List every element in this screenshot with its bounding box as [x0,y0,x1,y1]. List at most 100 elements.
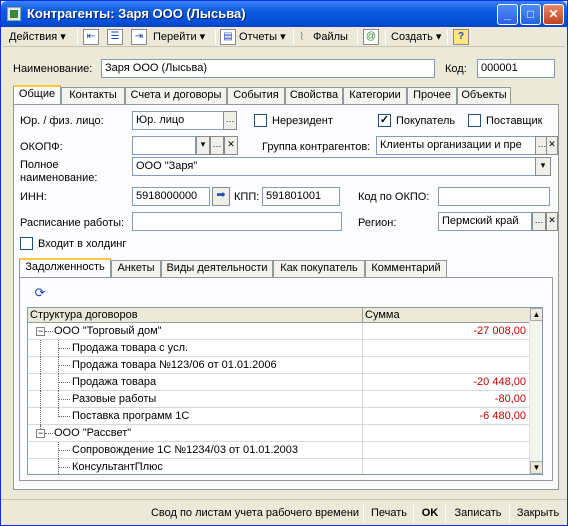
column-header-structure[interactable]: Структура договоров [28,308,363,323]
region-label: Регион: [358,217,397,229]
full-name-label: Полное [20,159,59,171]
table-row[interactable]: Разовые работы -80,00 [28,391,530,408]
tab-forms[interactable]: Анкеты [111,260,161,277]
tab-as-buyer[interactable]: Как покупатель [273,260,365,277]
tab-comment[interactable]: Комментарий [365,260,447,277]
column-header-sum[interactable]: Сумма [363,308,530,323]
sub-tabs: Задолженность Анкеты Виды деятельности К… [19,258,553,278]
select-button[interactable]: … [210,136,224,155]
tab-debt[interactable]: Задолженность [19,258,111,278]
grid-cell-name: Разовые работы [72,393,157,405]
window: Контрагенты: Заря ООО (Лысьва) _ □ ✕ Дей… [0,0,568,526]
table-row[interactable]: КонсультантПлюс [28,459,530,474]
tab-accounts-contracts[interactable]: Счета и договоры [125,87,227,104]
table-row[interactable]: − ООО "Рассвет" [28,425,530,442]
name-field[interactable]: Заря ООО (Лысьва) [101,59,435,78]
select-button[interactable]: … [532,212,546,231]
tab-general[interactable]: Общие [13,85,61,105]
holding-checkbox[interactable] [20,237,33,250]
collapse-icon[interactable]: − [36,327,45,336]
title-bar[interactable]: Контрагенты: Заря ООО (Лысьва) _ □ ✕ [1,1,567,27]
table-row[interactable]: Продажа товара -20 448,00 [28,374,530,391]
tab-events[interactable]: События [227,87,285,104]
table-row[interactable]: Поставка программ 1С -6 480,00 [28,408,530,425]
reports-menu[interactable]: Отчеты ▾ [239,29,286,46]
grid-cell-sum: -80,00 [494,393,526,405]
tab-categories[interactable]: Категории [343,87,407,104]
grid-cell-name: ООО "Рассвет" [54,427,132,439]
goto-menu[interactable]: Перейти ▾ [153,29,205,46]
okopf-field[interactable] [132,136,196,155]
paperclip-icon[interactable]: ⌇ [299,29,304,46]
buyer-label: Покупатель [396,115,456,127]
contracts-grid[interactable]: Структура договоров Сумма − ООО "Торговы… [27,307,543,475]
tab-objects[interactable]: Объекты [457,87,511,104]
goto-icon[interactable]: ⇥ [131,29,147,45]
tab-contacts[interactable]: Контакты [61,87,125,104]
grid-cell-name: Сопровождение 1С №1234/03 от 01.01.2003 [72,444,299,456]
back-arrow-icon[interactable]: ⇤ [83,29,99,45]
chevron-down-icon[interactable]: ▾ [535,157,551,176]
schedule-field[interactable] [132,212,342,231]
buyer-checkbox[interactable]: ✓ [378,114,391,127]
region-field[interactable]: Пермский край [438,212,532,231]
app-icon [7,7,21,21]
scroll-up-icon[interactable]: ▲ [530,308,542,321]
toolbar: Действия ▾ ⇤ ☰ ⇥ Перейти ▾ ▤ Отчеты ▾ ⌇ … [3,27,565,47]
inn-label: ИНН: [20,191,47,203]
create-menu[interactable]: Создать ▾ [391,29,441,46]
email-icon[interactable]: @ [363,29,379,45]
clear-icon[interactable]: ✕ [546,212,558,231]
table-row[interactable]: − ООО "Торговый дом" -27 008,00 [28,323,530,340]
nonresident-label: Нерезидент [272,115,333,127]
reports-icon[interactable]: ▤ [220,29,236,45]
close-form-button[interactable]: Закрыть [513,505,563,523]
scroll-down-icon[interactable]: ▼ [530,461,542,474]
entity-type-label: Юр. / физ. лицо: [20,115,104,127]
maximize-button[interactable]: □ [520,4,541,25]
close-button[interactable]: ✕ [543,4,564,25]
inn-field[interactable]: 5918000000 [132,187,210,206]
footer-bar: Свод по листам учета рабочего времени Пе… [1,499,567,525]
full-name-field[interactable]: ООО "Заря" [132,157,536,176]
tab-other[interactable]: Прочее [407,87,457,104]
save-button[interactable]: Записать [449,505,507,523]
grid-cell-name: ООО "Торговый дом" [54,325,162,337]
okopf-label: ОКОПФ: [20,141,63,153]
tab-properties[interactable]: Свойства [285,87,343,104]
collapse-icon[interactable]: − [36,429,45,438]
grid-cell-sum: -20 448,00 [473,376,526,388]
chevron-down-icon[interactable]: ▾ [196,136,210,155]
clear-icon[interactable]: ✕ [546,136,558,155]
grid-cell-sum: -27 008,00 [473,325,526,337]
refresh-icon[interactable]: ⟳ [32,286,48,302]
arrow-right-icon[interactable]: ➡ [212,187,230,206]
window-title: Контрагенты: Заря ООО (Лысьва) [27,6,246,21]
group-field[interactable]: Клиенты организации и пре [376,136,536,155]
minimize-button[interactable]: _ [497,4,518,25]
grid-cell-name: КонсультантПлюс [72,461,163,473]
name-label: Наименование: [13,63,93,75]
tab-activities[interactable]: Виды деятельности [161,260,273,277]
table-row[interactable]: Сопровождение 1С №1234/03 от 01.01.2003 [28,442,530,459]
code-field[interactable]: 000001 [477,59,555,78]
nonresident-checkbox[interactable] [254,114,267,127]
timesheet-summary-button[interactable]: Свод по листам учета рабочего времени [149,505,361,523]
grid-scrollbar[interactable]: ▲ ▼ [529,308,542,474]
files-button[interactable]: Файлы [313,29,348,46]
actions-menu[interactable]: Действия ▾ [9,29,66,46]
supplier-checkbox[interactable] [468,114,481,127]
entity-type-field[interactable]: Юр. лицо [132,111,224,130]
list-icon[interactable]: ☰ [107,29,123,45]
ok-button[interactable]: OK [417,505,443,523]
clear-icon[interactable]: ✕ [224,136,238,155]
table-row[interactable]: Продажа товара с усл. [28,340,530,357]
print-button[interactable]: Печать [367,505,411,523]
select-button[interactable]: … [223,111,237,130]
grid-cell-name: Продажа товара с усл. [72,342,189,354]
help-button[interactable]: ? [453,29,469,45]
okpo-field[interactable] [438,187,550,206]
full-name-label-2: наименование: [20,172,98,184]
table-row[interactable]: Продажа товара №123/06 от 01.01.2006 [28,357,530,374]
kpp-field[interactable]: 591801001 [262,187,340,206]
